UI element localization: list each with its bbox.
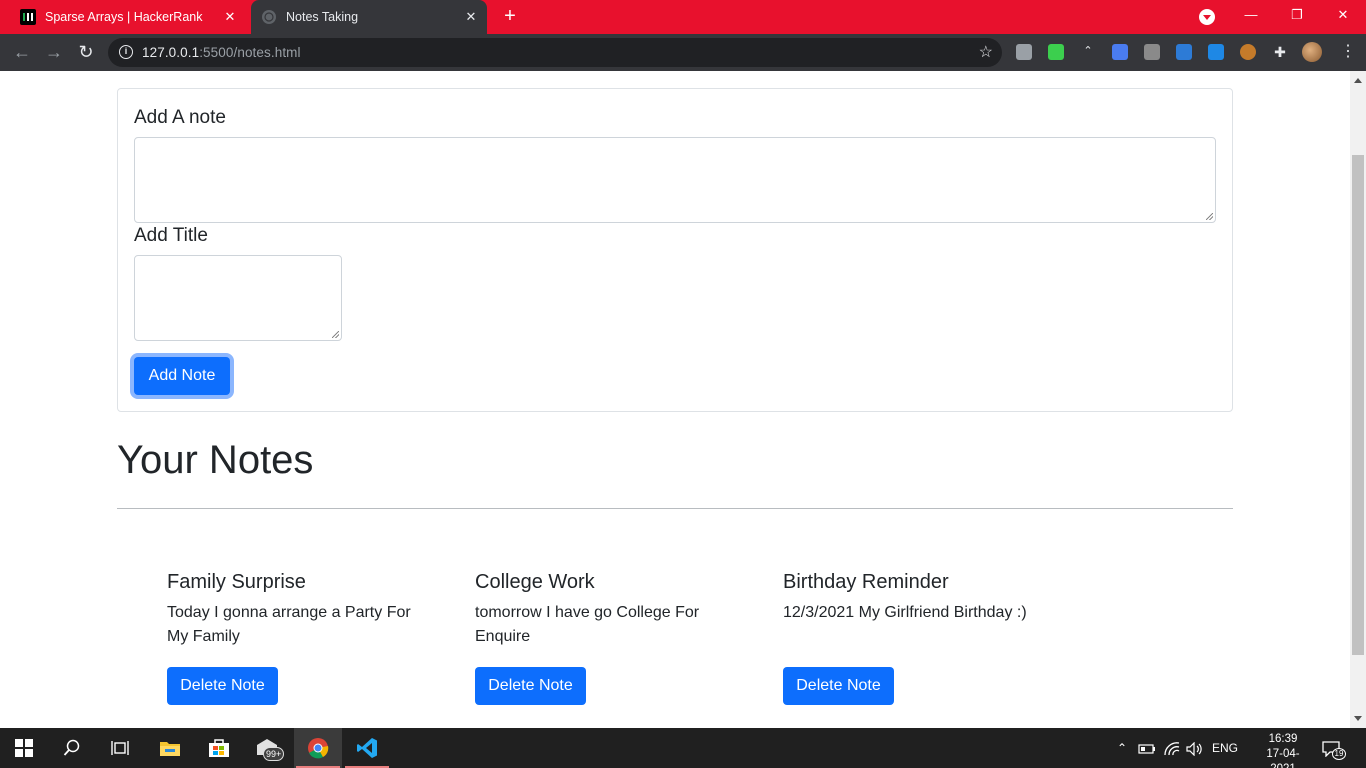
page-scrollbar[interactable] <box>1350 71 1366 728</box>
minimize-button[interactable]: ― <box>1228 0 1274 34</box>
vscode-extension-icon[interactable] <box>1176 44 1192 60</box>
add-title-label: Add Title <box>134 225 208 246</box>
globe-icon <box>262 10 276 24</box>
hackerrank-icon <box>20 9 36 25</box>
tab-search-icon[interactable] <box>1199 9 1215 25</box>
close-tab-icon[interactable]: ✕ <box>220 9 240 25</box>
bookmark-star-icon[interactable]: ☆ <box>979 42 993 62</box>
windows-icon <box>15 739 33 757</box>
store-button[interactable] <box>195 728 243 768</box>
divider <box>117 508 1233 509</box>
clock-time: 16:39 <box>1268 733 1298 745</box>
language-indicator[interactable]: ENG <box>1212 728 1238 768</box>
file-explorer-button[interactable] <box>146 728 194 768</box>
camera-extension-icon[interactable] <box>1016 44 1032 60</box>
url-path: :5500/notes.html <box>199 45 301 60</box>
back-icon[interactable]: ← <box>10 40 34 64</box>
system-clock[interactable]: 16:39 17-04-2021 <box>1258 732 1308 768</box>
restore-button[interactable]: ❐ <box>1274 0 1320 34</box>
scroll-down-arrow-icon[interactable] <box>1354 716 1362 725</box>
task-view-icon <box>111 741 129 755</box>
edit-extension-icon[interactable] <box>1208 44 1224 60</box>
note-card: Family Surprise Today I gonna arrange a … <box>167 571 427 705</box>
url-text: 127.0.0.1:5500/notes.html <box>142 45 301 60</box>
battery-icon[interactable] <box>1138 728 1156 768</box>
profile-avatar[interactable] <box>1302 42 1322 62</box>
browser-toolbar: ← → ↻ i 127.0.0.1:5500/notes.html ☆ ⌃ ✚ … <box>0 34 1366 71</box>
title-textarea[interactable] <box>134 255 342 341</box>
chrome-icon <box>308 738 329 759</box>
tab-hackerrank[interactable]: Sparse Arrays | HackerRank ✕ <box>10 0 246 34</box>
note-card: Birthday Reminder 12/3/2021 My Girlfrien… <box>783 571 1043 705</box>
task-view-button[interactable] <box>96 728 144 768</box>
note-textarea[interactable] <box>134 137 1216 223</box>
note-title: Family Surprise <box>167 571 306 593</box>
menu-kebab-icon[interactable]: ⋮ <box>1340 42 1356 62</box>
note-body: Today I gonna arrange a Party For My Fam… <box>167 604 411 645</box>
close-window-button[interactable]: ✕ <box>1320 0 1366 34</box>
note-title: College Work <box>475 571 595 593</box>
color-picker-extension-icon[interactable] <box>1240 44 1256 60</box>
search-icon <box>63 739 80 756</box>
new-tab-button[interactable]: + <box>500 6 520 28</box>
tab-strip: Sparse Arrays | HackerRank ✕ Notes Takin… <box>0 0 1366 34</box>
show-hidden-icons-chevron-icon[interactable]: ⌃ <box>1114 728 1130 768</box>
close-tab-icon[interactable]: ✕ <box>461 9 481 25</box>
page-content: Add A note Add Title Add Note Your Notes… <box>0 71 1350 728</box>
add-note-label: Add A note <box>134 107 226 128</box>
note-body: tomorrow I have go College For Enquire <box>475 604 700 645</box>
translate-extension-icon[interactable] <box>1112 44 1128 60</box>
puzzle-extensions-icon[interactable]: ✚ <box>1272 44 1288 60</box>
chevron-extension-icon[interactable]: ⌃ <box>1080 44 1096 60</box>
note-card: College Work tomorrow I have go College … <box>475 571 735 705</box>
grammar-extension-icon[interactable] <box>1048 44 1064 60</box>
note-body: 12/3/2021 My Girlfriend Birthday :) <box>783 604 1027 621</box>
volume-icon[interactable] <box>1186 728 1202 768</box>
forward-icon[interactable]: → <box>42 40 66 64</box>
delete-note-button[interactable]: Delete Note <box>475 667 586 705</box>
url-host: 127.0.0.1 <box>142 45 200 60</box>
delete-note-button[interactable]: Delete Note <box>167 667 278 705</box>
delete-note-button[interactable]: Delete Note <box>783 667 894 705</box>
address-bar[interactable]: i 127.0.0.1:5500/notes.html ☆ <box>108 38 1002 67</box>
reader-extension-icon[interactable] <box>1144 44 1160 60</box>
tab-title: Sparse Arrays | HackerRank <box>45 10 203 24</box>
notification-count-badge: 19 <box>1332 748 1346 760</box>
mail-button[interactable]: 99+ <box>244 728 292 768</box>
vscode-icon <box>357 738 377 758</box>
note-title: Birthday Reminder <box>783 571 949 593</box>
site-info-icon[interactable]: i <box>119 45 133 59</box>
notification-badge: 99+ <box>263 747 285 761</box>
add-note-button[interactable]: Add Note <box>134 357 230 395</box>
windows-taskbar: 99+ ⌃ ENG 16:39 17-04-2021 19 <box>0 728 1366 768</box>
chrome-button[interactable] <box>294 728 342 768</box>
your-notes-heading: Your Notes <box>117 438 314 482</box>
start-button[interactable] <box>0 728 48 768</box>
add-note-card: Add A note Add Title Add Note <box>117 88 1233 412</box>
clock-date: 17-04-2021 <box>1266 748 1300 768</box>
search-button[interactable] <box>48 728 96 768</box>
scrollbar-thumb[interactable] <box>1352 155 1364 655</box>
tab-notes-taking[interactable]: Notes Taking ✕ <box>251 0 487 34</box>
scroll-up-arrow-icon[interactable] <box>1354 74 1362 83</box>
tab-title: Notes Taking <box>286 10 359 24</box>
action-center-button[interactable]: 19 <box>1322 728 1346 768</box>
vscode-button[interactable] <box>343 728 391 768</box>
store-bag-icon <box>209 739 229 757</box>
folder-icon <box>160 742 180 756</box>
reload-icon[interactable]: ↻ <box>74 40 98 64</box>
wifi-icon[interactable] <box>1164 728 1180 768</box>
